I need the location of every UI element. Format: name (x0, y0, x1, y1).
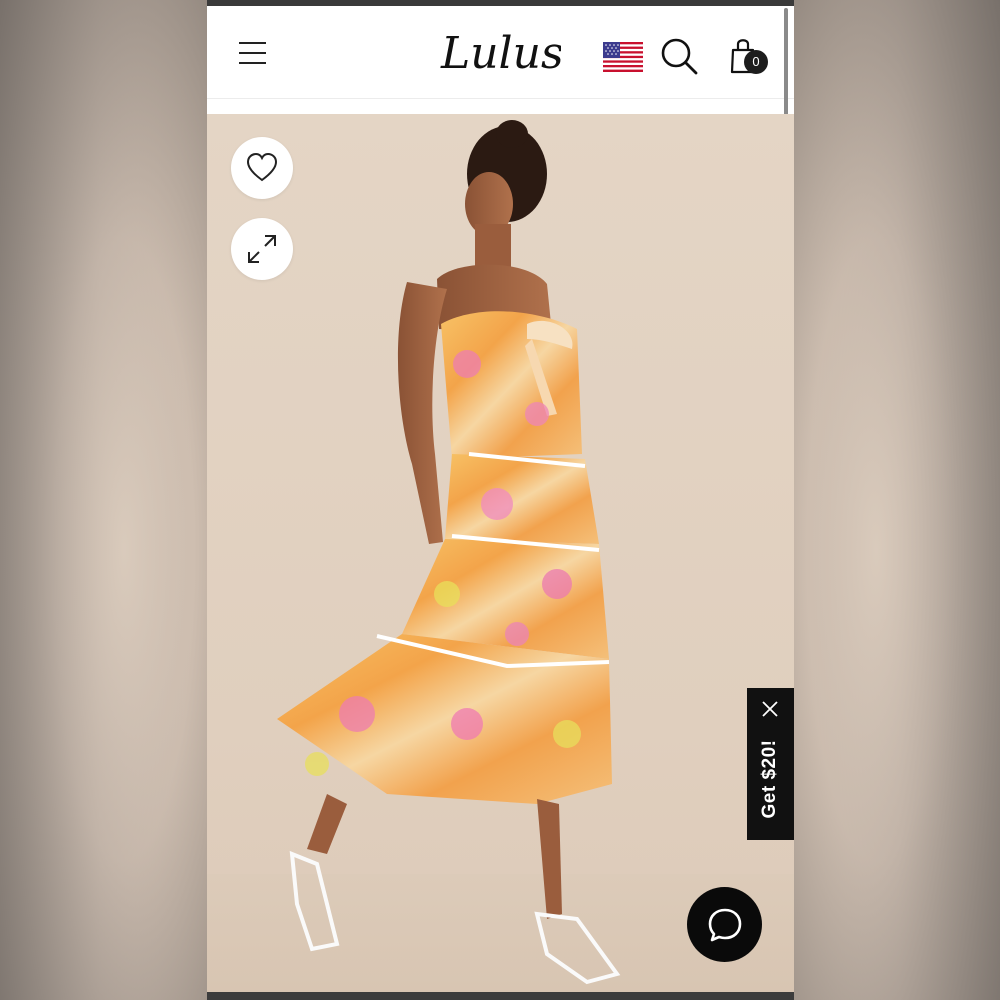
product-image[interactable] (207, 114, 794, 992)
background-blur-right (794, 0, 1000, 1000)
background-blur-left (0, 0, 207, 1000)
menu-line (239, 42, 266, 44)
menu-line (239, 52, 266, 54)
cart-count-badge[interactable]: 0 (744, 50, 768, 74)
us-flag-icon[interactable] (603, 42, 643, 72)
expand-image-button[interactable] (231, 218, 293, 280)
menu-button[interactable] (237, 40, 269, 66)
heart-icon (246, 152, 278, 182)
brand-logo-text: Lulus (440, 28, 561, 79)
lulus-logo[interactable]: Lulus (439, 24, 561, 80)
promo-tab[interactable]: Get $20! (747, 688, 794, 840)
header-spacer (207, 99, 794, 114)
promo-label[interactable]: Get $20! (759, 734, 781, 824)
model-photo (277, 120, 621, 985)
menu-line (239, 62, 266, 64)
chat-bubble-icon (708, 908, 742, 942)
site-header: Lulus (207, 6, 794, 99)
mobile-page: Lulus 0 Get $20! (207, 0, 794, 1000)
search-icon[interactable] (659, 36, 699, 76)
chat-button[interactable] (687, 887, 762, 962)
close-icon[interactable] (761, 700, 779, 718)
bottom-bar (207, 992, 794, 1000)
expand-icon (248, 235, 276, 263)
favorite-button[interactable] (231, 137, 293, 199)
